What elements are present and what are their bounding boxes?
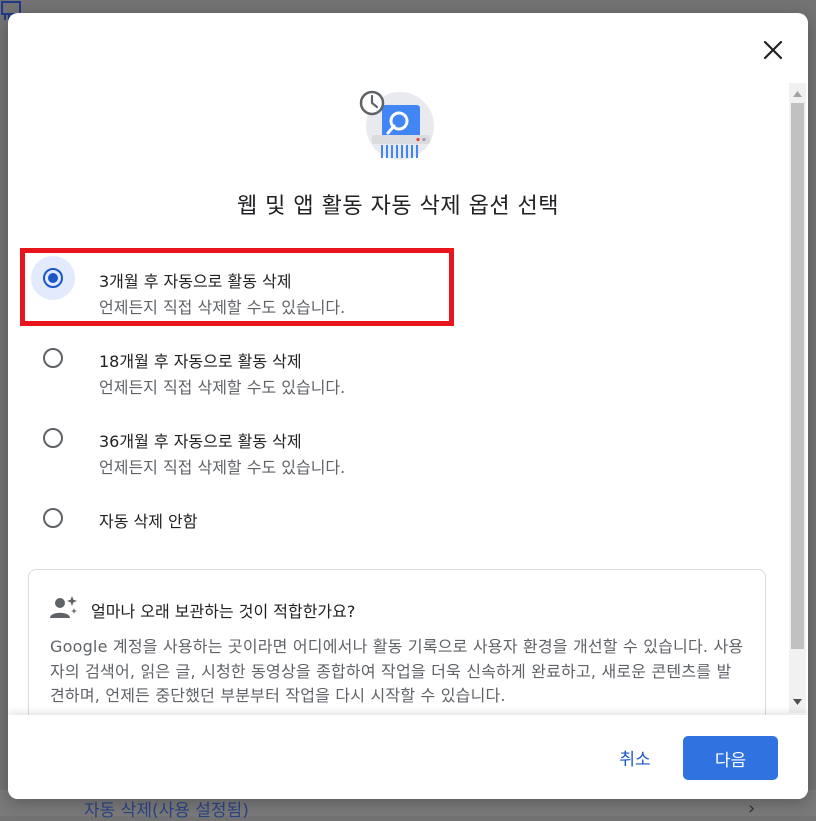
option-label: 3개월 후 자동으로 활동 삭제 [99, 272, 292, 291]
scroll-up-arrow-icon[interactable] [789, 85, 806, 102]
person-sparkle-icon [49, 594, 79, 624]
close-icon [763, 40, 783, 60]
info-card-body: Google 계정을 사용하는 곳이라면 어디에서나 활동 기록으로 사용자 환… [50, 637, 744, 705]
option-36-months[interactable]: 36개월 후 자동으로 활동 삭제 언제든지 직접 삭제할 수도 있습니다. [30, 416, 770, 486]
option-description: 언제든지 직접 삭제할 수도 있습니다. [99, 298, 346, 317]
close-button[interactable] [758, 35, 788, 65]
info-card-title: 얼마나 오래 보관하는 것이 적합한가요? [91, 602, 356, 621]
dialog-title: 웹 및 앱 활동 자동 삭제 옵션 선택 [236, 194, 560, 219]
auto-delete-dialog: 웹 및 앱 활동 자동 삭제 옵션 선택 3개월 후 자동으로 활동 삭제 언제… [8, 13, 808, 799]
option-3-months[interactable]: 3개월 후 자동으로 활동 삭제 언제든지 직접 삭제할 수도 있습니다. [30, 256, 770, 326]
dialog-footer: 취소 다음 [8, 715, 808, 799]
option-description: 언제든지 직접 삭제할 수도 있습니다. [99, 378, 346, 397]
retention-info-card: 얼마나 오래 보관하는 것이 적합한가요? Google 계정을 사용하는 곳이… [28, 569, 766, 729]
vertical-scrollbar[interactable] [789, 83, 806, 713]
dialog-content[interactable]: 웹 및 앱 활동 자동 삭제 옵션 선택 3개월 후 자동으로 활동 삭제 언제… [8, 83, 788, 729]
auto-delete-setting-label: 자동 삭제(사용 설정됨) [84, 801, 249, 821]
scrollbar-thumb[interactable] [791, 103, 804, 649]
radio-button-36-months[interactable] [43, 428, 63, 448]
option-label: 18개월 후 자동으로 활동 삭제 [99, 352, 302, 371]
option-18-months[interactable]: 18개월 후 자동으로 활동 삭제 언제든지 직접 삭제할 수도 있습니다. [30, 336, 770, 406]
radio-button-18-months[interactable] [43, 348, 63, 368]
option-description: 언제든지 직접 삭제할 수도 있습니다. [99, 458, 346, 477]
option-no-auto-delete[interactable]: 자동 삭제 안함 [30, 496, 770, 566]
radio-button-3-months[interactable] [43, 268, 63, 288]
option-label: 자동 삭제 안함 [99, 512, 198, 531]
cancel-button[interactable]: 취소 [600, 737, 670, 777]
radio-button-no-auto-delete[interactable] [43, 508, 63, 528]
option-label: 36개월 후 자동으로 활동 삭제 [99, 432, 302, 451]
scroll-down-arrow-icon[interactable] [789, 693, 806, 710]
next-button[interactable]: 다음 [683, 736, 778, 780]
shredder-clock-icon [358, 88, 438, 164]
